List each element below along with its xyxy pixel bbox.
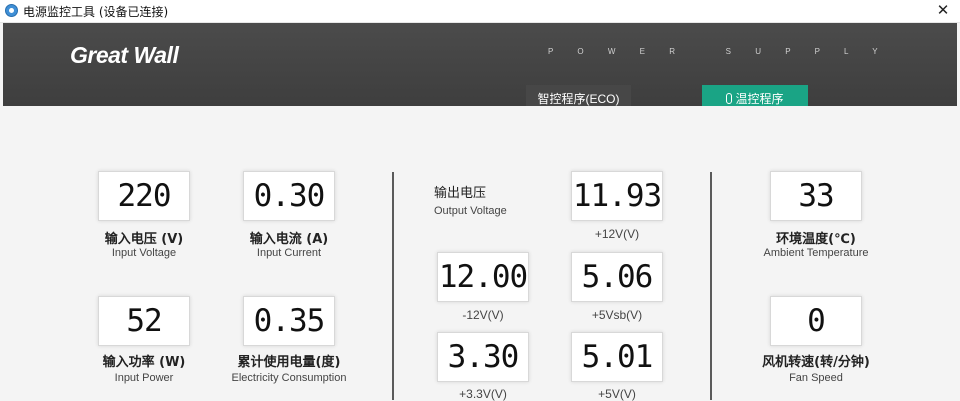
output-12v-label: +12V(V) bbox=[594, 227, 640, 241]
tagline: P O W E R S U P P L Y bbox=[548, 47, 889, 56]
input-power-en-label: Input Power bbox=[114, 372, 174, 384]
output-3v3-display: 3.30 bbox=[437, 332, 529, 382]
electricity-consumption-en-label: Electricity Consumption bbox=[231, 372, 347, 384]
input-current-display: 0.30 bbox=[243, 171, 335, 221]
brand-logo: Great Wall bbox=[70, 42, 179, 68]
electricity-consumption-label: 累计使用电量(度) bbox=[237, 355, 341, 370]
input-current-en-label: Input Current bbox=[256, 247, 322, 259]
ambient-temperature-display: 33 bbox=[770, 171, 862, 221]
output-3v3-label: +3.3V(V) bbox=[459, 387, 507, 401]
fan-speed-en-label: Fan Speed bbox=[789, 372, 843, 384]
input-power-display: 52 bbox=[98, 296, 190, 346]
output-5v-display: 5.01 bbox=[571, 332, 663, 382]
output-5v-label: +5V(V) bbox=[598, 387, 636, 401]
input-power-label: 输入功率 (W) bbox=[102, 355, 186, 370]
input-voltage-en-label: Input Voltage bbox=[111, 247, 177, 259]
close-button[interactable]: ✕ bbox=[926, 0, 960, 22]
thermometer-icon bbox=[726, 93, 733, 104]
divider-right bbox=[710, 172, 712, 400]
input-voltage-label: 输入电压 (V) bbox=[104, 232, 184, 247]
window-title: 电源监控工具 (设备已连接) bbox=[23, 5, 169, 19]
input-current-label: 输入电流 (A) bbox=[249, 232, 329, 247]
main-panel: 220 输入电压 (V) Input Voltage 0.30 输入电流 (A)… bbox=[3, 106, 957, 401]
fan-speed-display: 0 bbox=[770, 296, 862, 346]
output-12v-display: 11.93 bbox=[571, 171, 663, 221]
app-icon bbox=[5, 4, 18, 17]
output-neg12v-display: 12.00 bbox=[437, 252, 529, 302]
electricity-consumption-display: 0.35 bbox=[243, 296, 335, 346]
ambient-temperature-en-label: Ambient Temperature bbox=[763, 247, 869, 259]
fan-speed-label: 风机转速(转/分钟) bbox=[762, 355, 870, 370]
output-voltage-en-title: Output Voltage bbox=[434, 205, 507, 217]
ambient-temperature-label: 环境温度(℃) bbox=[776, 232, 856, 247]
output-neg12v-label: -12V(V) bbox=[462, 308, 504, 322]
output-5vsb-display: 5.06 bbox=[571, 252, 663, 302]
tab-temperature-label: 温控程序 bbox=[735, 92, 784, 106]
divider-left bbox=[392, 172, 394, 400]
output-voltage-title: 输出电压 bbox=[434, 186, 487, 201]
title-bar: 电源监控工具 (设备已连接) ✕ bbox=[0, 0, 960, 23]
input-voltage-display: 220 bbox=[98, 171, 190, 221]
header-banner: Great Wall P O W E R S U P P L Y bbox=[3, 23, 957, 106]
output-5vsb-label: +5Vsb(V) bbox=[591, 308, 643, 322]
